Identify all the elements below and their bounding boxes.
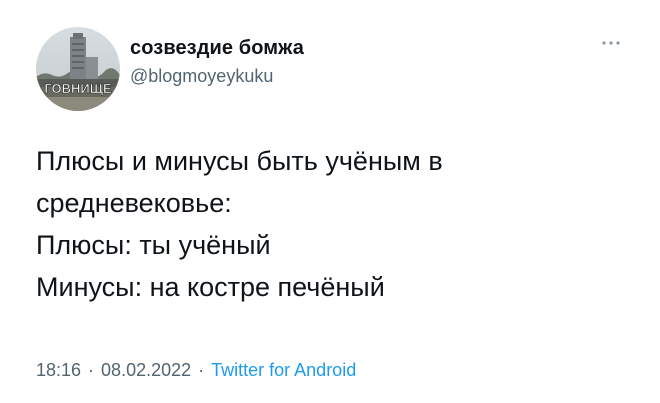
avatar[interactable]: ГОВНИЩЕ [36,27,120,111]
avatar-building-photo-icon: ГОВНИЩЕ [36,27,120,111]
tweet-date[interactable]: 08.02.2022 [101,360,191,380]
tweet-text-line: средневековье: [36,188,232,218]
more-dots-icon [602,41,620,45]
tweet-source-link[interactable]: Twitter for Android [211,360,356,380]
meta-separator: · [198,360,205,380]
user-handle[interactable]: @blogmoyeykuku [130,66,273,87]
meta-separator: · [88,360,95,380]
tweet-text-line: Плюсы: ты учёный [36,230,271,260]
tweet-card: ГОВНИЩЕ созвездие бомжа @blogmoyeykuku П… [0,0,660,403]
avatar-caption: ГОВНИЩЕ [44,81,112,96]
more-button[interactable] [600,36,622,48]
tweet-text-line: Минусы: на костре печёный [36,272,385,302]
display-name[interactable]: созвездие бомжа [130,37,304,60]
tweet-time[interactable]: 18:16 [36,360,81,380]
tweet-meta: 18:16 · 08.02.2022 · Twitter for Android [36,360,356,381]
tweet-text: Плюсы и минусы быть учёным в средневеков… [36,140,636,308]
tweet-text-line: Плюсы и минусы быть учёным в [36,146,443,176]
